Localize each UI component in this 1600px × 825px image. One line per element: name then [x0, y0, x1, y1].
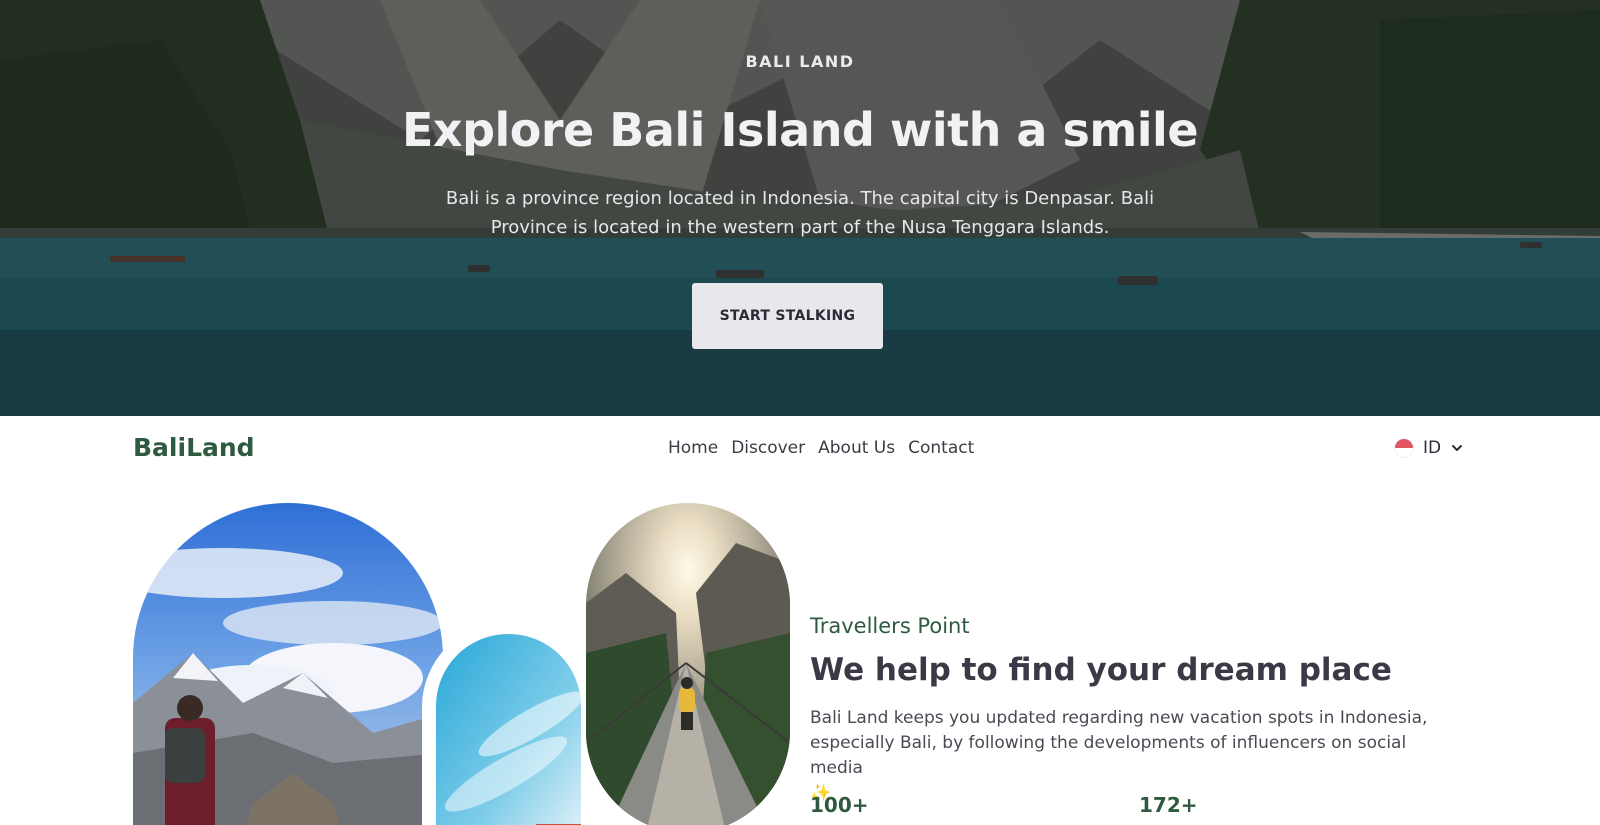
- navbar: BaliLand Home Discover About Us Contact …: [0, 416, 1600, 482]
- language-selector[interactable]: ID: [1395, 438, 1463, 458]
- hero-description: Bali is a province region located in Ind…: [445, 188, 1155, 238]
- chevron-down-icon: [1452, 445, 1463, 451]
- nav-link-discover[interactable]: Discover: [731, 438, 805, 458]
- nav-link-home[interactable]: Home: [668, 438, 718, 458]
- sky-photo: [436, 634, 581, 825]
- stat-value: 100+: [810, 793, 869, 817]
- indonesia-flag-icon: [1395, 439, 1413, 457]
- brand-logo[interactable]: BaliLand: [133, 433, 255, 462]
- hiker-mountain-photo: [133, 503, 443, 825]
- section-eyebrow: Travellers Point: [810, 614, 970, 638]
- nav-links: Home Discover About Us Contact: [668, 438, 974, 458]
- hero-title: Explore Bali Island with a smile: [401, 103, 1199, 157]
- nav-link-about-us[interactable]: About Us: [818, 438, 895, 458]
- start-stalking-button[interactable]: START STALKING: [692, 283, 883, 349]
- section-title: We help to find your dream place: [810, 652, 1392, 688]
- hero-section: BALI LAND Explore Bali Island with a smi…: [0, 0, 1600, 416]
- nav-link-contact[interactable]: Contact: [908, 438, 974, 458]
- suspension-bridge-photo: [586, 503, 790, 825]
- stat-value: 172+: [1139, 793, 1198, 817]
- section-description-text: Bali Land keeps you updated regarding ne…: [810, 708, 1428, 778]
- section-description: Bali Land keeps you updated regarding ne…: [810, 706, 1460, 806]
- hero-eyebrow: BALI LAND: [745, 52, 855, 71]
- language-code: ID: [1423, 438, 1442, 458]
